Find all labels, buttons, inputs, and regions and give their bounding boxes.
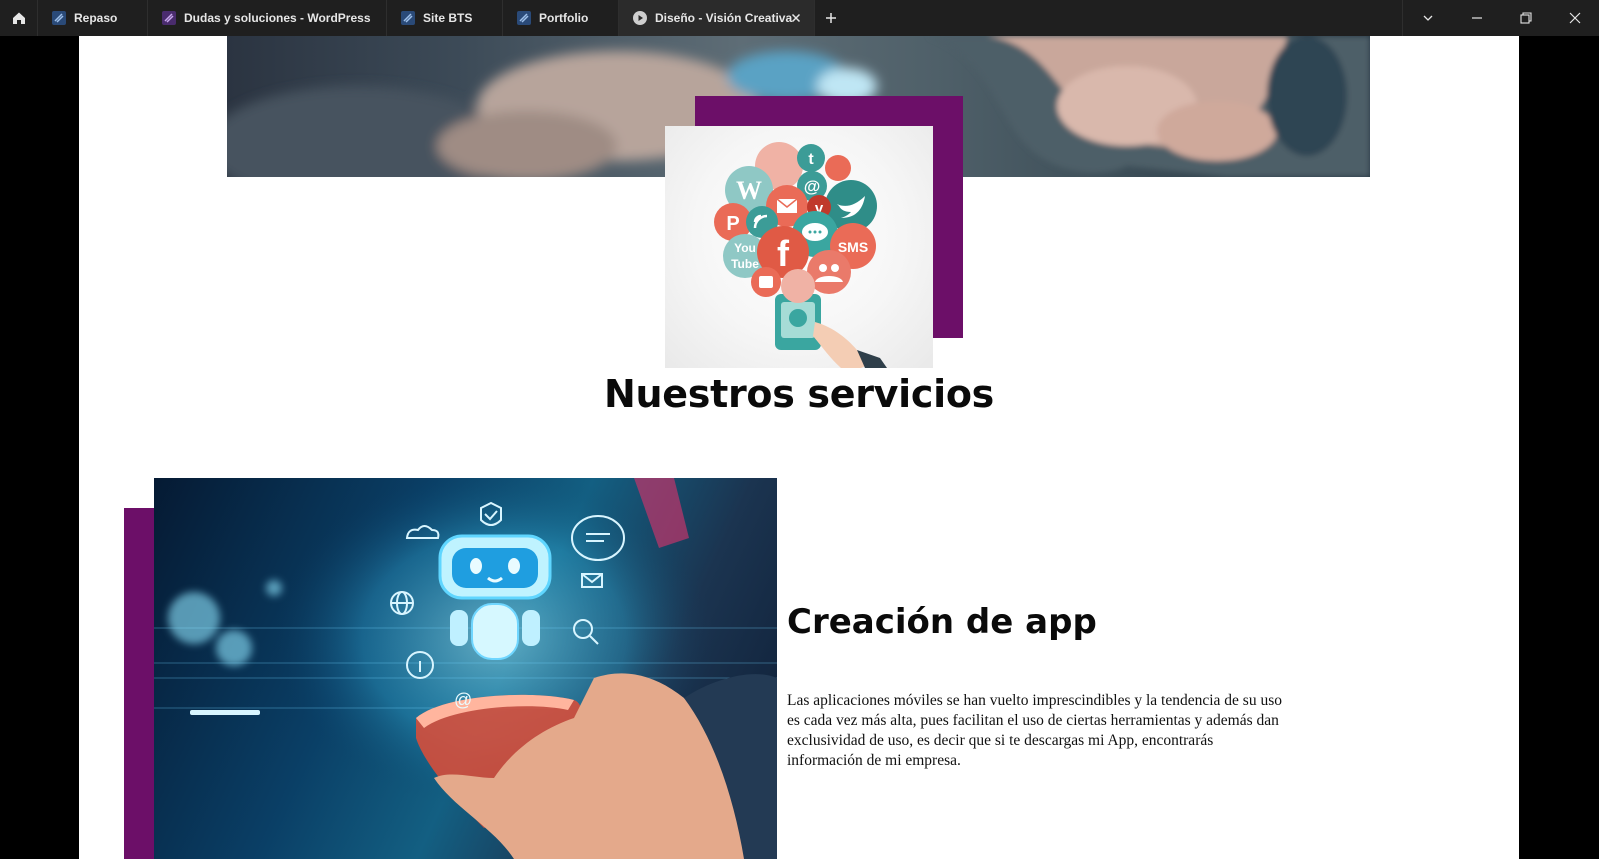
play-circle-icon	[633, 11, 647, 25]
plus-icon	[826, 13, 836, 23]
restore-icon	[1519, 12, 1532, 24]
chevron-down-icon	[1423, 15, 1432, 21]
at-symbol-label: @	[804, 177, 821, 196]
tab-repaso[interactable]: Repaso	[38, 0, 148, 36]
service-title: Creación de app	[787, 602, 1097, 642]
site-favicon-icon	[517, 11, 531, 25]
svg-text:@: @	[454, 690, 472, 710]
site-favicon-icon	[52, 11, 66, 25]
tab-site-bts[interactable]: Site BTS	[387, 0, 503, 36]
tab-list-dropdown-button[interactable]	[1403, 0, 1452, 36]
tab-label: Dudas y soluciones - WordPress	[184, 11, 371, 25]
facebook-icon: f	[777, 233, 790, 274]
close-icon	[1569, 12, 1580, 24]
service-description: Las aplicaciones móviles se han vuelto i…	[787, 692, 1283, 769]
tab-label: Portfolio	[539, 11, 589, 25]
youtube-tube-label: Tube	[731, 257, 759, 271]
blogger-icon	[759, 276, 773, 288]
wordpress-icon: W	[736, 176, 762, 205]
close-window-button[interactable]	[1550, 0, 1599, 36]
tab-diseno-vision-creativa[interactable]: Diseño - Visión Creativa	[619, 0, 815, 36]
social-media-illustration: t W @ v P SMS You Tube f	[665, 126, 933, 368]
wordpress-site-favicon-icon	[162, 11, 176, 25]
home-button[interactable]	[0, 0, 38, 36]
new-tab-button[interactable]	[815, 0, 847, 36]
site-favicon-icon	[401, 11, 415, 25]
browser-tab-bar: Repaso Dudas y soluciones - WordPress Si…	[0, 0, 1599, 36]
twitter-t-label: t	[808, 151, 814, 168]
tab-portfolio[interactable]: Portfolio	[503, 0, 619, 36]
pinterest-icon: P	[726, 213, 739, 235]
minimize-button[interactable]	[1452, 0, 1501, 36]
page-content: t W @ v P SMS You Tube f Nuestros servic…	[79, 36, 1519, 859]
youtube-you-label: You	[734, 241, 756, 255]
tab-label: Repaso	[74, 11, 118, 25]
window-controls	[1402, 0, 1599, 36]
home-icon	[12, 12, 25, 24]
accent-block-bottom	[124, 508, 156, 859]
restore-button[interactable]	[1501, 0, 1550, 36]
minimize-icon	[1471, 17, 1482, 19]
robot-icon	[438, 534, 552, 660]
group-icon	[819, 264, 827, 272]
tab-label: Site BTS	[423, 11, 473, 25]
section-heading: Nuestros servicios	[604, 372, 994, 416]
sms-label: SMS	[838, 239, 868, 255]
close-tab-icon[interactable]	[788, 10, 804, 26]
app-creation-image: @	[154, 478, 777, 859]
tab-label: Diseño - Visión Creativa	[655, 11, 793, 25]
tab-dudas-wordpress[interactable]: Dudas y soluciones - WordPress	[148, 0, 387, 36]
